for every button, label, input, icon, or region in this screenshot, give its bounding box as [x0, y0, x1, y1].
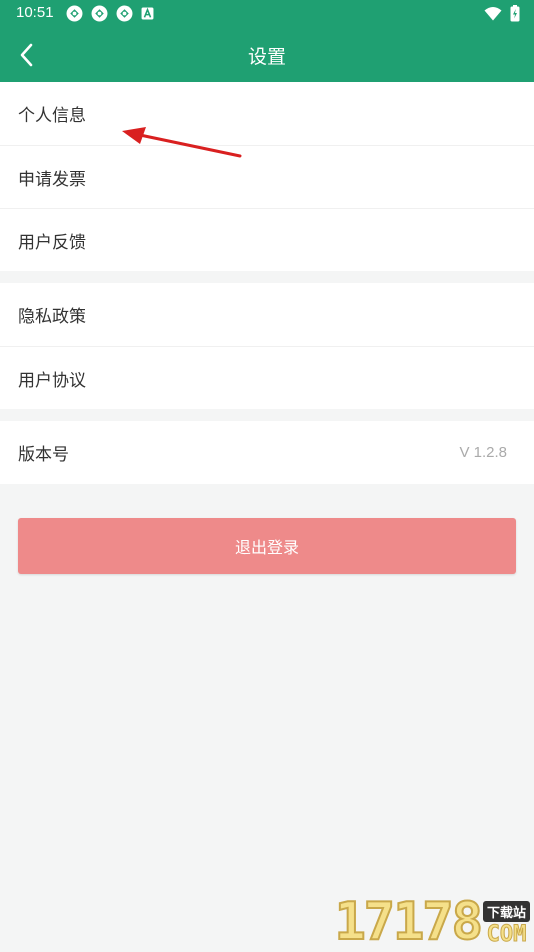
settings-row-apply-invoice[interactable]: 申请发票	[0, 145, 534, 208]
nav-bar: 设置	[0, 28, 534, 82]
row-label: 版本号	[18, 445, 69, 465]
group-divider	[0, 409, 534, 421]
row-label: 申请发票	[18, 169, 86, 190]
status-icons-right	[484, 5, 520, 22]
watermark-tag: 下载站	[482, 901, 530, 922]
logout-button[interactable]: 退出登录	[18, 518, 516, 574]
watermark-suffix: COM	[486, 922, 527, 947]
settings-row-user-agreement[interactable]: 用户协议	[0, 346, 534, 409]
watermark-side: 下载站 COM	[482, 901, 530, 947]
settings-row-personal-info[interactable]: 个人信息	[0, 82, 534, 145]
logout-area: 退出登录	[0, 484, 534, 574]
site-watermark: 17178 下载站 COM	[333, 892, 530, 952]
group-divider	[0, 271, 534, 283]
row-label: 个人信息	[18, 106, 86, 126]
a-badge-icon	[141, 7, 154, 20]
row-label: 隐私政策	[18, 307, 86, 327]
watermark-number: 17178	[333, 892, 484, 952]
row-label: 用户协议	[18, 370, 86, 391]
wifi-icon	[484, 7, 502, 21]
settings-group-account: 个人信息 申请发票 用户反馈	[0, 82, 534, 271]
status-bar: 10:51	[0, 0, 534, 28]
app-header: 10:51 设置	[0, 0, 534, 82]
status-icons-left	[66, 5, 154, 22]
settings-group-version: 版本号 V 1.2.8	[0, 421, 534, 484]
settings-group-legal: 隐私政策 用户协议	[0, 283, 534, 409]
settings-row-user-feedback[interactable]: 用户反馈	[0, 208, 534, 271]
settings-row-version: 版本号 V 1.2.8	[0, 421, 534, 484]
sync-icon	[116, 5, 133, 22]
sync-icon	[66, 5, 83, 22]
battery-icon	[510, 5, 520, 22]
sync-icon	[91, 5, 108, 22]
settings-row-privacy-policy[interactable]: 隐私政策	[0, 283, 534, 346]
version-value: V 1.2.8	[459, 444, 507, 461]
status-time: 10:51	[16, 4, 54, 21]
row-label: 用户反馈	[18, 232, 86, 253]
page-title: 设置	[247, 46, 286, 68]
